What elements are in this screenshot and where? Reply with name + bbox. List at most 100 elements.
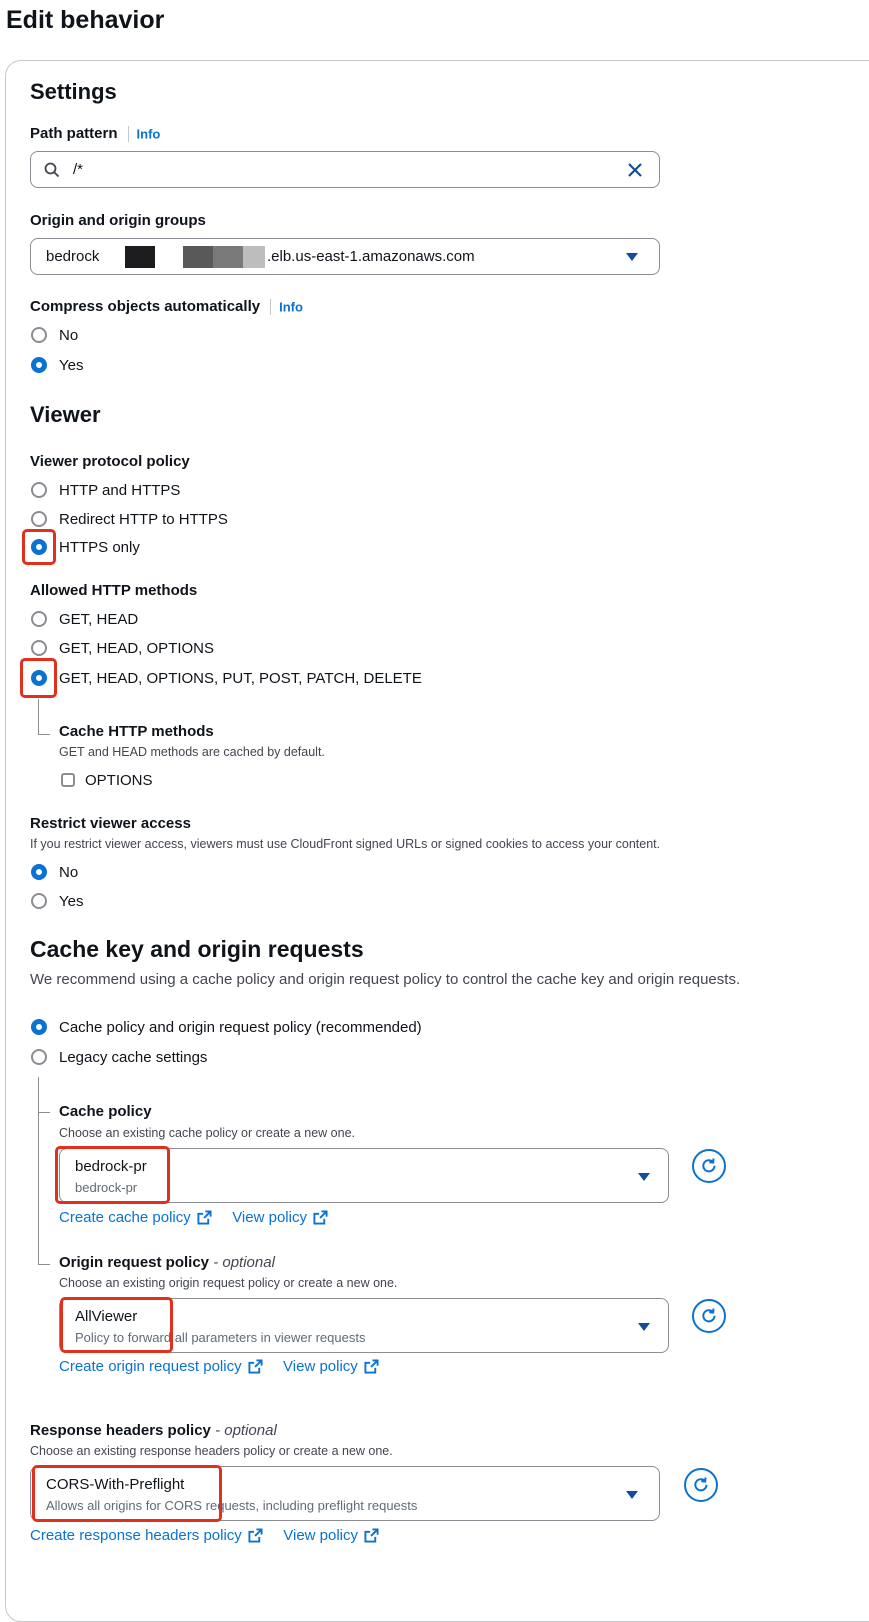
- radio-redirect-http[interactable]: Redirect HTTP to HTTPS: [31, 508, 228, 530]
- refresh-button[interactable]: [692, 1149, 726, 1183]
- radio-label: GET, HEAD, OPTIONS, PUT, POST, PATCH, DE…: [59, 669, 422, 687]
- page-title: Edit behavior: [6, 6, 165, 34]
- external-link-icon: [197, 1210, 212, 1225]
- optional-tag: - optional: [215, 1422, 277, 1439]
- external-link-icon: [313, 1210, 328, 1225]
- cache-methods-description: GET and HEAD methods are cached by defau…: [59, 745, 325, 759]
- response-headers-policy-label-row: Response headers policy - optional: [30, 1422, 277, 1439]
- highlight-box: [22, 529, 56, 565]
- link-label: View policy: [232, 1209, 307, 1226]
- radio-circle-selected[interactable]: [31, 864, 47, 880]
- create-origin-request-policy-link[interactable]: Create origin request policy: [59, 1358, 263, 1375]
- radio-http-and-https[interactable]: HTTP and HTTPS: [31, 479, 180, 501]
- radio-get-head-options[interactable]: GET, HEAD, OPTIONS: [31, 637, 214, 659]
- radio-label: GET, HEAD: [59, 610, 139, 628]
- radio-circle[interactable]: [31, 893, 47, 909]
- origin-request-policy-label: Origin request policy: [59, 1254, 210, 1271]
- path-pattern-input[interactable]: /*: [30, 151, 660, 188]
- tree-connector: [38, 1112, 50, 1113]
- search-icon: [44, 162, 60, 178]
- tree-connector: [38, 734, 50, 735]
- path-pattern-info-link[interactable]: Info: [137, 127, 161, 142]
- external-link-icon: [364, 1359, 379, 1374]
- tree-connector: [38, 1077, 39, 1265]
- radio-all-methods[interactable]: GET, HEAD, OPTIONS, PUT, POST, PATCH, DE…: [31, 667, 422, 689]
- checkbox-options[interactable]: OPTIONS: [61, 769, 153, 791]
- radio-restrict-no[interactable]: No: [31, 861, 78, 883]
- radio-circle-selected[interactable]: [31, 357, 47, 373]
- origin-value-prefix: bedrock: [46, 248, 100, 265]
- radio-restrict-yes[interactable]: Yes: [31, 890, 83, 912]
- refresh-icon: [694, 1477, 708, 1492]
- refresh-icon: [702, 1158, 716, 1173]
- restrict-access-description: If you restrict viewer access, viewers m…: [30, 837, 661, 851]
- external-link-icon: [248, 1359, 263, 1374]
- path-pattern-value: /*: [73, 161, 84, 178]
- radio-label: Redirect HTTP to HTTPS: [59, 510, 228, 528]
- checkbox-label: OPTIONS: [85, 771, 153, 789]
- radio-cache-policy-recommended[interactable]: Cache policy and origin request policy (…: [31, 1016, 422, 1038]
- compress-info-link[interactable]: Info: [279, 300, 303, 315]
- link-label: Create origin request policy: [59, 1358, 242, 1375]
- origin-request-policy-description: Choose an existing origin request policy…: [59, 1276, 398, 1290]
- clear-icon[interactable]: [627, 162, 643, 178]
- radio-label: HTTPS only: [59, 538, 140, 556]
- radio-legacy-cache[interactable]: Legacy cache settings: [31, 1046, 207, 1068]
- tree-connector: [38, 699, 39, 735]
- cache-policy-description: Choose an existing cache policy or creat…: [59, 1126, 356, 1140]
- radio-compress-no[interactable]: No: [31, 324, 78, 346]
- viewer-protocol-label: Viewer protocol policy: [30, 453, 190, 470]
- refresh-button[interactable]: [684, 1468, 718, 1502]
- radio-circle[interactable]: [31, 611, 47, 627]
- create-cache-policy-link[interactable]: Create cache policy: [59, 1209, 212, 1226]
- highlight-box: [20, 658, 57, 698]
- create-response-headers-policy-link[interactable]: Create response headers policy: [30, 1527, 263, 1544]
- radio-label: No: [59, 863, 79, 881]
- origin-request-policy-links: Create origin request policy View policy: [59, 1358, 379, 1376]
- cache-key-description: We recommend using a cache policy and or…: [30, 971, 741, 988]
- cache-policy-label: Cache policy: [59, 1103, 152, 1120]
- origin-select[interactable]: bedrock .elb.us-east-1.amazonaws.com: [30, 238, 660, 275]
- info-divider: [127, 126, 129, 143]
- link-label: View policy: [283, 1527, 359, 1544]
- radio-circle[interactable]: [31, 327, 47, 343]
- response-headers-policy-links: Create response headers policy View poli…: [30, 1527, 379, 1545]
- radio-get-head[interactable]: GET, HEAD: [31, 608, 138, 630]
- optional-tag: - optional: [213, 1254, 275, 1271]
- radio-circle[interactable]: [31, 640, 47, 656]
- redaction-block: [243, 246, 265, 268]
- refresh-button[interactable]: [692, 1299, 726, 1333]
- origin-value-suffix: .elb.us-east-1.amazonaws.com: [267, 248, 475, 265]
- cache-methods-label: Cache HTTP methods: [59, 723, 214, 740]
- radio-compress-yes[interactable]: Yes: [31, 354, 83, 376]
- redaction-block: [183, 246, 213, 268]
- origin-label: Origin and origin groups: [30, 212, 206, 229]
- radio-label: Cache policy and origin request policy (…: [59, 1018, 422, 1036]
- radio-label: Legacy cache settings: [59, 1048, 208, 1066]
- chevron-down-icon: [626, 1491, 638, 1499]
- highlight-box: [32, 1465, 222, 1522]
- redaction-block: [125, 246, 155, 268]
- highlight-box: [55, 1146, 170, 1204]
- radio-circle-selected[interactable]: [31, 1019, 47, 1035]
- view-cache-policy-link[interactable]: View policy: [232, 1209, 328, 1226]
- radio-circle[interactable]: [31, 482, 47, 498]
- radio-label: Yes: [59, 892, 84, 910]
- radio-label: Yes: [59, 356, 84, 374]
- refresh-icon: [702, 1308, 716, 1323]
- path-pattern-label-row: Path pattern Info: [30, 125, 161, 143]
- compress-label: Compress objects automatically: [30, 298, 261, 315]
- chevron-down-icon: [638, 1323, 650, 1331]
- view-response-headers-policy-link[interactable]: View policy: [283, 1527, 379, 1544]
- chevron-down-icon: [638, 1173, 650, 1181]
- response-headers-policy-label: Response headers policy: [30, 1422, 211, 1439]
- radio-label: No: [59, 326, 79, 344]
- restrict-access-label: Restrict viewer access: [30, 815, 191, 832]
- radio-circle[interactable]: [31, 511, 47, 527]
- radio-circle[interactable]: [31, 1049, 47, 1065]
- checkbox[interactable]: [61, 773, 75, 787]
- info-divider: [270, 299, 272, 316]
- cache-policy-links: Create cache policy View policy: [59, 1209, 328, 1227]
- radio-label: HTTP and HTTPS: [59, 481, 181, 499]
- view-origin-request-policy-link[interactable]: View policy: [283, 1358, 379, 1375]
